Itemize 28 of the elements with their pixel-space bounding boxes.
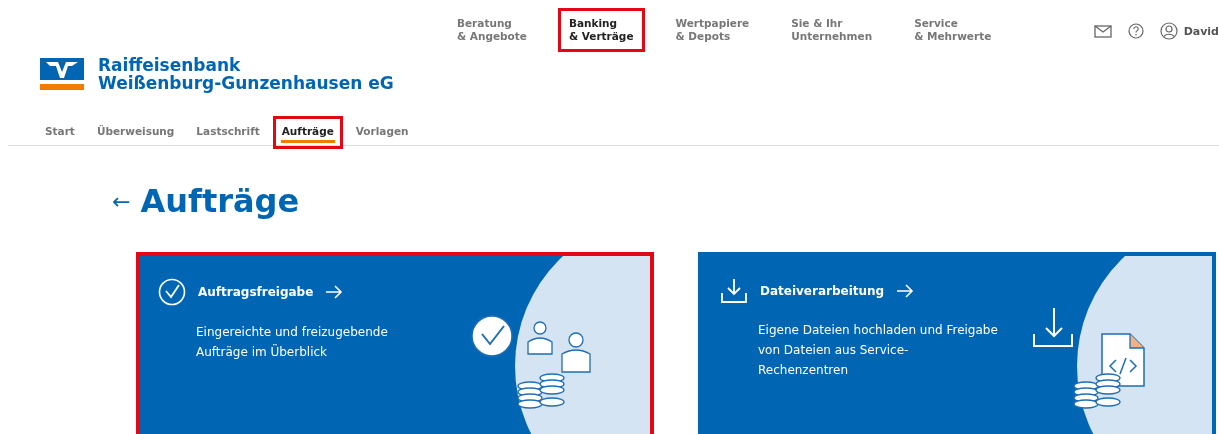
nav-link[interactable]: Service & Mehrwerte [903, 8, 1003, 52]
mail-icon[interactable] [1093, 24, 1112, 38]
bank-logo-icon [40, 58, 84, 90]
help-icon[interactable] [1127, 23, 1144, 39]
card-title-link[interactable]: Dateiverarbeitung [760, 284, 885, 298]
card-description: Eigene Dateien hochladen und Freigabe von Dateien aus Service-Rechenzentren [758, 322, 998, 379]
arrow-right-icon [896, 284, 915, 298]
nav-link[interactable]: Beratung & Angebote [446, 8, 538, 52]
back-arrow[interactable]: ← [112, 188, 131, 214]
user-icon[interactable] [1159, 22, 1178, 40]
card-description: Eingereichte und freizugebende Aufträge im Überblick [196, 324, 389, 361]
tab[interactable]: Lastschrift [187, 116, 269, 149]
tab[interactable]: Überweisung [87, 116, 184, 149]
card-title-link[interactable]: Auftragsfreigabe [198, 285, 314, 299]
page-title: Aufträge [140, 182, 300, 220]
nav-link[interactable]: Banking & Verträge [557, 8, 645, 52]
service-card[interactable]: Dateiverarbeitung Eigene Dateien hochladen und Freigabe von Dateien aus Service-Rechenzentren [698, 252, 1216, 434]
user-name[interactable]: David [1183, 24, 1219, 38]
check-circle-icon [158, 278, 186, 306]
nav-link[interactable]: Wertpapiere & Depots [664, 8, 761, 52]
tab[interactable]: Aufträge [272, 116, 343, 149]
tab[interactable]: Vorlagen [346, 116, 418, 149]
bank-name: Raiffeisenbank Weißenburg-Gunzenhausen eG [98, 56, 394, 92]
service-card[interactable]: Auftragsfreigabe Eingereichte und freizugebende Aufträge im Überblick [136, 252, 654, 434]
arrow-right-icon [325, 285, 344, 299]
download-icon [720, 278, 748, 304]
tab[interactable]: Start [36, 116, 84, 149]
nav-link[interactable]: Sie & Ihr Unternehmen [780, 8, 884, 52]
